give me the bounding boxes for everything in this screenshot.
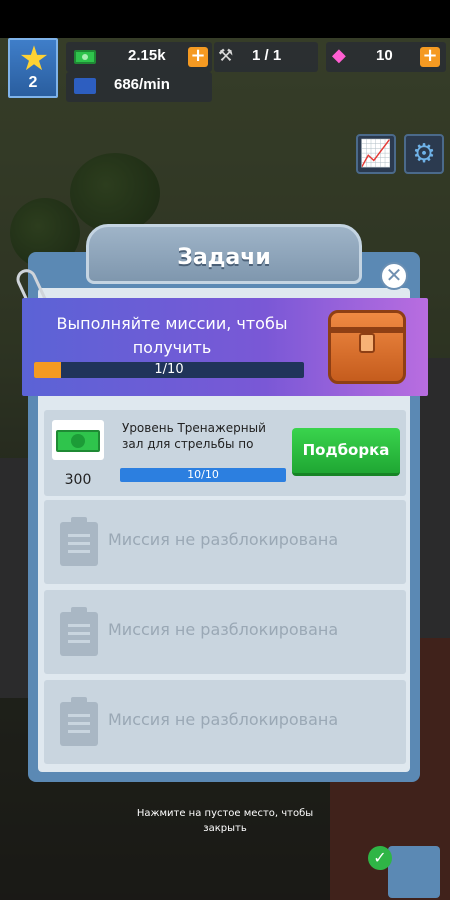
mission-progress-text: 10/10 <box>187 468 219 481</box>
add-gems-button[interactable]: + <box>420 47 440 67</box>
dialog-title-tab: Задачи <box>86 224 362 284</box>
level-number: 2 <box>28 74 38 91</box>
close-hint-line2: закрыть <box>203 823 247 834</box>
close-hint: Нажмите на пустое место, чтобы закрыть <box>0 806 450 836</box>
banner-text: Выполняйте миссии, чтобы получить <box>56 314 288 357</box>
cash-icon <box>74 50 96 64</box>
locked-mission-text: Миссия не разблокирована <box>108 620 339 639</box>
mission-card: 300 Уровень Тренажерный зал для стрельбы… <box>44 410 406 496</box>
clipboard-icon <box>60 517 98 566</box>
reward-banner: Выполняйте миссии, чтобы получить 1/10 <box>22 298 428 396</box>
hammer-icon: ⚒ <box>218 46 234 66</box>
locked-mission-text: Миссия не разблокирована <box>108 530 339 549</box>
checkmark-icon: ✓ <box>368 846 392 870</box>
chest-icon[interactable] <box>328 310 406 384</box>
cash-icon <box>56 430 100 452</box>
settings-button[interactable]: ⚙ <box>404 134 444 174</box>
clipboard-icon <box>60 697 98 746</box>
chest-lock <box>359 333 375 353</box>
level-badge[interactable]: ★ 2 <box>8 38 58 98</box>
banner-progress-text: 1/10 <box>154 362 184 377</box>
locked-mission-card: Миссия не разблокирована <box>44 500 406 584</box>
add-cash-button[interactable]: + <box>188 47 208 67</box>
close-button[interactable]: ✕ <box>380 262 408 290</box>
missions-button[interactable] <box>388 846 440 898</box>
mission-progress-bar: 10/10 <box>120 468 286 482</box>
star-icon: ★ <box>18 39 50 79</box>
reward-amount: 300 <box>64 472 92 488</box>
cash-value: 2.15k <box>128 47 166 64</box>
stats-icon: 📈 <box>359 139 393 169</box>
mission-title: Уровень Тренажерный зал для стрельбы по <box>122 421 266 451</box>
gems-value: 10 <box>376 47 393 64</box>
reward-icon <box>52 420 104 460</box>
banner-progress-bar: 1/10 <box>34 362 304 378</box>
clipboard-icon <box>60 607 98 656</box>
locked-mission-card: Миссия не разблокирована <box>44 590 406 674</box>
income-rate-value: 686/min <box>114 76 170 93</box>
builders-value: 1 / 1 <box>252 47 282 64</box>
close-hint-line1: Нажмите на пустое место, чтобы <box>136 808 314 819</box>
gear-icon: ⚙ <box>412 139 436 169</box>
status-bar <box>0 0 450 38</box>
stats-button[interactable]: 📈 <box>356 134 396 174</box>
dialog-title: Задачи <box>177 245 271 270</box>
collect-button[interactable]: Подборка <box>292 428 400 476</box>
income-chart-icon <box>74 78 96 94</box>
locked-mission-text: Миссия не разблокирована <box>108 710 339 729</box>
gem-icon: ◆ <box>332 45 346 66</box>
locked-mission-card: Миссия не разблокирована <box>44 680 406 764</box>
close-icon: ✕ <box>385 263 403 287</box>
